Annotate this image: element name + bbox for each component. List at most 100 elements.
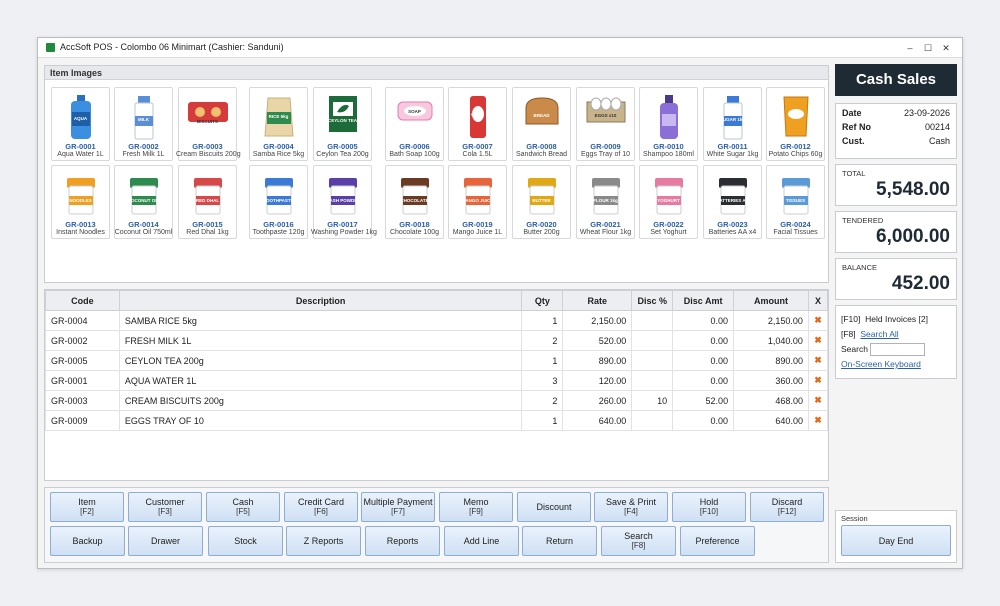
item-card[interactable]: TISSUES GR-0024 Facial Tissues [766, 165, 825, 239]
preference-button[interactable]: Preference [680, 526, 755, 556]
item-card[interactable]: CEYLON TEA GR-0005 Ceylon Tea 200g [313, 87, 372, 161]
button-label: Credit Card [297, 497, 344, 507]
item-name: Sandwich Bread [516, 151, 567, 158]
item-card[interactable]: CHOCOLATE GR-0018 Chocolate 100g [385, 165, 444, 239]
item-card[interactable]: BATTERIES AA GR-0023 Batteries AA x4 [703, 165, 762, 239]
remove-line-icon[interactable]: ✖ [807, 390, 829, 411]
product-label: AQUA [73, 116, 88, 121]
customer-button[interactable]: Customer [F3] [128, 492, 202, 522]
button-label: Cash [232, 497, 254, 507]
cell-desc: EGGS TRAY OF 10 [118, 410, 523, 431]
item-card[interactable]: SUGAR 1kg GR-0011 White Sugar 1kg [703, 87, 762, 161]
remove-line-icon[interactable]: ✖ [807, 310, 829, 331]
column-header[interactable]: X [807, 290, 829, 311]
reports-button[interactable]: Reports [365, 526, 440, 556]
table-row[interactable]: GR-0002 FRESH MILK 1L 2 520.00 0.00 1,040.00 ✖ [45, 330, 829, 351]
memo-button[interactable]: Memo [F9] [439, 492, 513, 522]
item-card[interactable]: COCONUT OIL GR-0014 Coconut Oil 750ml [114, 165, 173, 239]
cell-qty: 1 [521, 350, 564, 371]
hold-button[interactable]: Hold [F10] [672, 492, 746, 522]
stock-button[interactable]: Stock [208, 526, 283, 556]
item-card[interactable]: TOOTHPASTE GR-0016 Toothpaste 120g [249, 165, 308, 239]
item-card[interactable]: SOAP GR-0006 Bath Soap 100g [385, 87, 444, 161]
item-card[interactable]: MANGO JUICE GR-0019 Mango Juice 1L [448, 165, 507, 239]
held-invoices[interactable]: Held Invoices [2] [865, 314, 928, 324]
remove-line-icon[interactable]: ✖ [807, 410, 829, 431]
multiple-payment-button[interactable]: Multiple Payment [F7] [361, 492, 435, 522]
item-name: Aqua Water 1L [57, 151, 104, 158]
z-reports-button[interactable]: Z Reports [286, 526, 361, 556]
search-input[interactable] [870, 343, 926, 357]
product-label: EGGS x10 [594, 113, 617, 118]
day-end-button[interactable]: Day End [841, 525, 951, 556]
remove-line-icon[interactable]: ✖ [807, 350, 829, 371]
search-label: Search [841, 344, 868, 354]
table-row[interactable]: GR-0005 CEYLON TEA 200g 1 890.00 0.00 890.00 ✖ [45, 350, 829, 371]
product-image: COLA [467, 94, 489, 142]
product-label: RICE 5kg [268, 114, 289, 119]
backup-button[interactable]: Backup [50, 526, 125, 556]
item-button[interactable]: Item [F2] [50, 492, 124, 522]
drawer-button[interactable]: Drawer [128, 526, 203, 556]
item-card[interactable]: RICE 5kg GR-0004 Samba Rice 5kg [249, 87, 308, 161]
table-row[interactable]: GR-0004 SAMBA RICE 5kg 1 2,150.00 0.00 2,150.… [45, 310, 829, 331]
item-card[interactable]: NOODLES GR-0013 Instant Noodles [51, 165, 110, 239]
minimize-button[interactable]: – [902, 40, 918, 56]
column-header[interactable]: Disc Amt [672, 290, 735, 311]
cell-code: GR-0002 [45, 330, 120, 351]
search-button[interactable]: Search [F8] [601, 526, 676, 556]
item-card[interactable]: RED DHAL GR-0015 Red Dhal 1kg [178, 165, 237, 239]
table-row[interactable]: GR-0009 EGGS TRAY OF 10 1 640.00 0.00 640.00 ✖ [45, 410, 829, 431]
tendered-label: TENDERED [842, 216, 884, 225]
column-header[interactable]: Code [45, 290, 120, 311]
item-name: Cream Biscuits 200g [176, 151, 241, 158]
column-header[interactable]: Disc % [631, 290, 674, 311]
total-label: TOTAL [842, 169, 866, 178]
item-card[interactable]: AQUA GR-0001 Aqua Water 1L [51, 87, 110, 161]
action-buttons-panel: Item [F2] Customer [F3] Cash [F5] Credit Card[… [44, 487, 829, 563]
close-button[interactable]: ✕ [938, 40, 954, 56]
item-card[interactable]: GR-0010 Shampoo 180ml [639, 87, 698, 161]
product-image: SOAP [396, 94, 434, 128]
save-print-button[interactable]: Save & Print [F4] [594, 492, 668, 522]
item-card[interactable]: BISCUITS GR-0003 Cream Biscuits 200g [176, 87, 241, 161]
column-header[interactable]: Qty [521, 290, 564, 311]
item-card[interactable]: BUTTER GR-0020 Butter 200g [512, 165, 571, 239]
item-card[interactable]: FLOUR 1kg GR-0021 Wheat Flour 1kg [576, 165, 635, 239]
product-image: BUTTER [525, 172, 559, 218]
item-card[interactable]: WASH POWDER GR-0017 Washing Powder 1kg [311, 165, 377, 239]
credit-card-button[interactable]: Credit Card [F6] [284, 492, 358, 522]
return-button[interactable]: Return [522, 526, 597, 556]
column-header[interactable]: Amount [733, 290, 809, 311]
table-row[interactable]: GR-0003 CREAM BISCUITS 200g 2 260.00 10 52.00… [45, 390, 829, 411]
cell-rate: 120.00 [562, 370, 633, 391]
column-header[interactable]: Description [118, 290, 523, 311]
discount-button[interactable]: Discount [517, 492, 591, 522]
cust-label: Cust. [842, 136, 865, 146]
column-header[interactable]: Rate [562, 290, 633, 311]
item-card[interactable]: YOGHURT GR-0022 Set Yoghurt [639, 165, 698, 239]
item-card[interactable]: CHIPS GR-0012 Potato Chips 60g [766, 87, 825, 161]
on-screen-keyboard-link[interactable]: On-Screen Keyboard [841, 359, 921, 369]
item-card[interactable]: COLA GR-0007 Cola 1.5L [448, 87, 507, 161]
button-label: Z Reports [303, 536, 344, 546]
button-label: Memo [463, 497, 489, 507]
item-card[interactable]: BREAD GR-0008 Sandwich Bread [512, 87, 571, 161]
discard-button[interactable]: Discard [F12] [750, 492, 824, 522]
table-row[interactable]: GR-0001 AQUA WATER 1L 3 120.00 0.00 360.00 ✖ [45, 370, 829, 391]
cell-rate: 520.00 [562, 330, 633, 351]
cell-code: GR-0004 [45, 310, 120, 331]
add-line-button[interactable]: Add Line [444, 526, 519, 556]
item-card[interactable]: EGGS x10 GR-0009 Eggs Tray of 10 [576, 87, 635, 161]
balance-label: BALANCE [842, 263, 878, 272]
cash-button[interactable]: Cash [F5] [206, 492, 280, 522]
remove-line-icon[interactable]: ✖ [807, 370, 829, 391]
tendered-box: TENDERED 6,000.00 [835, 211, 957, 253]
remove-line-icon[interactable]: ✖ [807, 330, 829, 351]
maximize-button[interactable]: ☐ [920, 40, 936, 56]
item-card[interactable]: MILK GR-0002 Fresh Milk 1L [114, 87, 173, 161]
date-label: Date [842, 108, 862, 118]
button-label: Return [545, 536, 573, 546]
cell-discamt: 0.00 [672, 310, 735, 331]
search-all-link[interactable]: Search All [860, 329, 898, 339]
